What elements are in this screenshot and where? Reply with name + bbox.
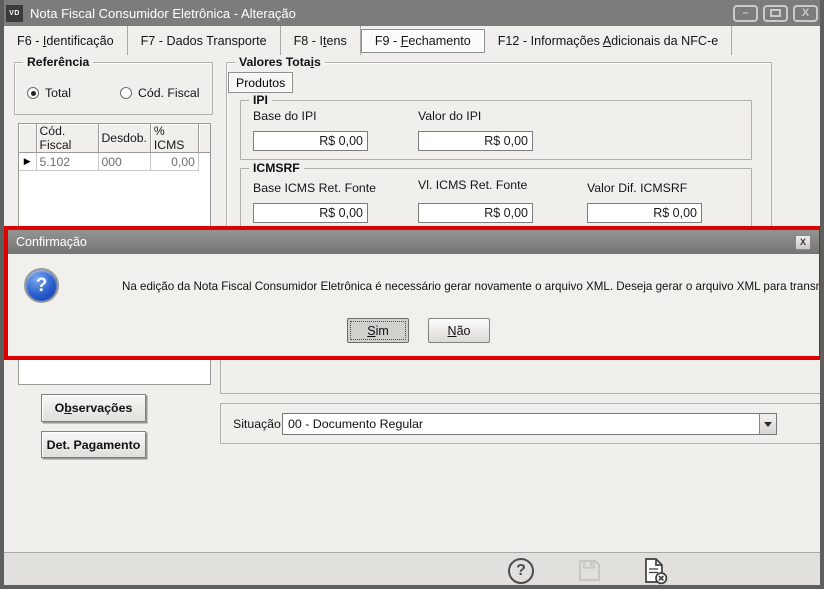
tab-f6-identificacao[interactable]: F6 - Identificação (4, 26, 128, 55)
radio-cod-fiscal[interactable]: Cód. Fiscal (120, 86, 200, 100)
det-pagamento-button[interactable]: Det. Pagamento (41, 431, 146, 458)
cancel-document-icon[interactable] (638, 555, 670, 587)
sim-button[interactable]: Sim (347, 318, 409, 343)
base-ipi-label: Base do IPI (253, 109, 317, 123)
titlebar[interactable]: VD Nota Fiscal Consumidor Eletrônica - A… (0, 0, 824, 26)
tab-strip: F6 - Identificação F7 - Dados Transporte… (4, 26, 820, 55)
dialog-close-button[interactable]: X (795, 235, 811, 250)
grid-header-icms: % ICMS (150, 124, 198, 153)
dialog-message: Na edição da Nota Fiscal Consumidor Elet… (122, 280, 817, 293)
grid-row[interactable]: ▶ 5.102 000 0,00 (19, 153, 210, 171)
question-icon: ? (24, 268, 59, 303)
dialog-title: Confirmação (16, 235, 87, 249)
radio-total[interactable]: Total (27, 86, 71, 100)
observacoes-button[interactable]: Observações (41, 394, 146, 422)
valores-totais-title: Valores Totais (235, 55, 325, 69)
base-ipi-field[interactable] (253, 131, 368, 151)
dialog-body: ? Na edição da Nota Fiscal Consumidor El… (8, 254, 819, 356)
ipi-group-title: IPI (249, 93, 272, 107)
save-icon[interactable] (576, 557, 603, 584)
situacao-value: 00 - Documento Regular (283, 417, 759, 431)
tab-f9-fechamento[interactable]: F9 - Fechamento (361, 29, 485, 53)
maximize-button[interactable] (763, 5, 788, 22)
ipi-group: IPI Base do IPI Valor do IPI (240, 100, 752, 160)
grid-header-desdob: Desdob. (98, 124, 150, 153)
close-button[interactable]: X (793, 5, 818, 22)
cell-desdob[interactable]: 000 (98, 153, 150, 171)
footer-bar (4, 552, 820, 585)
confirmation-dialog: Confirmação X ? Na edição da Nota Fiscal… (4, 226, 823, 360)
vl-icms-ret-fonte-label: Vl. ICMS Ret. Fonte (418, 178, 527, 192)
icmsrf-group-title: ICMSRF (249, 161, 304, 175)
cell-cod-fiscal[interactable]: 5.102 (36, 153, 98, 171)
tab-f8-itens[interactable]: F8 - Itens (281, 26, 361, 55)
dialog-titlebar[interactable]: Confirmação X (8, 230, 819, 254)
window-title: Nota Fiscal Consumidor Eletrônica - Alte… (30, 6, 726, 21)
grid-header-row: Cód. Fiscal Desdob. % ICMS (19, 124, 210, 153)
valor-ipi-field[interactable] (418, 131, 533, 151)
cell-icms[interactable]: 0,00 (150, 153, 198, 171)
app-icon: VD (6, 5, 23, 22)
minimize-button[interactable]: – (733, 5, 758, 22)
valor-ipi-label: Valor do IPI (418, 109, 481, 123)
referencia-group-title: Referência (23, 55, 93, 69)
chevron-down-icon (764, 422, 772, 427)
referencia-group: Referência Total Cód. Fiscal (14, 62, 213, 115)
nao-button[interactable]: Não (428, 318, 490, 343)
help-icon: ? (516, 562, 526, 580)
help-button[interactable]: ? (508, 558, 534, 584)
main-window: VD Nota Fiscal Consumidor Eletrônica - A… (0, 0, 824, 589)
radio-cod-fiscal-icon (120, 87, 132, 99)
situacao-dropdown-button[interactable] (759, 414, 776, 434)
base-icms-ret-fonte-label: Base ICMS Ret. Fonte (253, 181, 376, 195)
maximize-icon (770, 9, 781, 17)
valor-dif-icmsrf-field[interactable] (587, 203, 702, 223)
grid-header-selector (19, 124, 36, 153)
icmsrf-group: ICMSRF Base ICMS Ret. Fonte Vl. ICMS Ret… (240, 168, 752, 230)
tab-f12-informacoes-adicionais[interactable]: F12 - Informações Adicionais da NFC-e (485, 26, 733, 55)
situacao-group: Situação da NF: 00 - Documento Regular (220, 403, 822, 444)
row-marker-icon: ▶ (19, 153, 36, 171)
grid-header-cod-fiscal: Cód. Fiscal (36, 124, 98, 153)
base-icms-ret-fonte-field[interactable] (253, 203, 368, 223)
valor-dif-icmsrf-label: Valor Dif. ICMSRF (587, 181, 687, 195)
tab-produtos[interactable]: Produtos (228, 72, 293, 93)
radio-total-icon (27, 87, 39, 99)
tab-f7-dados-transporte[interactable]: F7 - Dados Transporte (128, 26, 281, 55)
situacao-combobox[interactable]: 00 - Documento Regular (282, 413, 777, 435)
vl-icms-ret-fonte-field[interactable] (418, 203, 533, 223)
